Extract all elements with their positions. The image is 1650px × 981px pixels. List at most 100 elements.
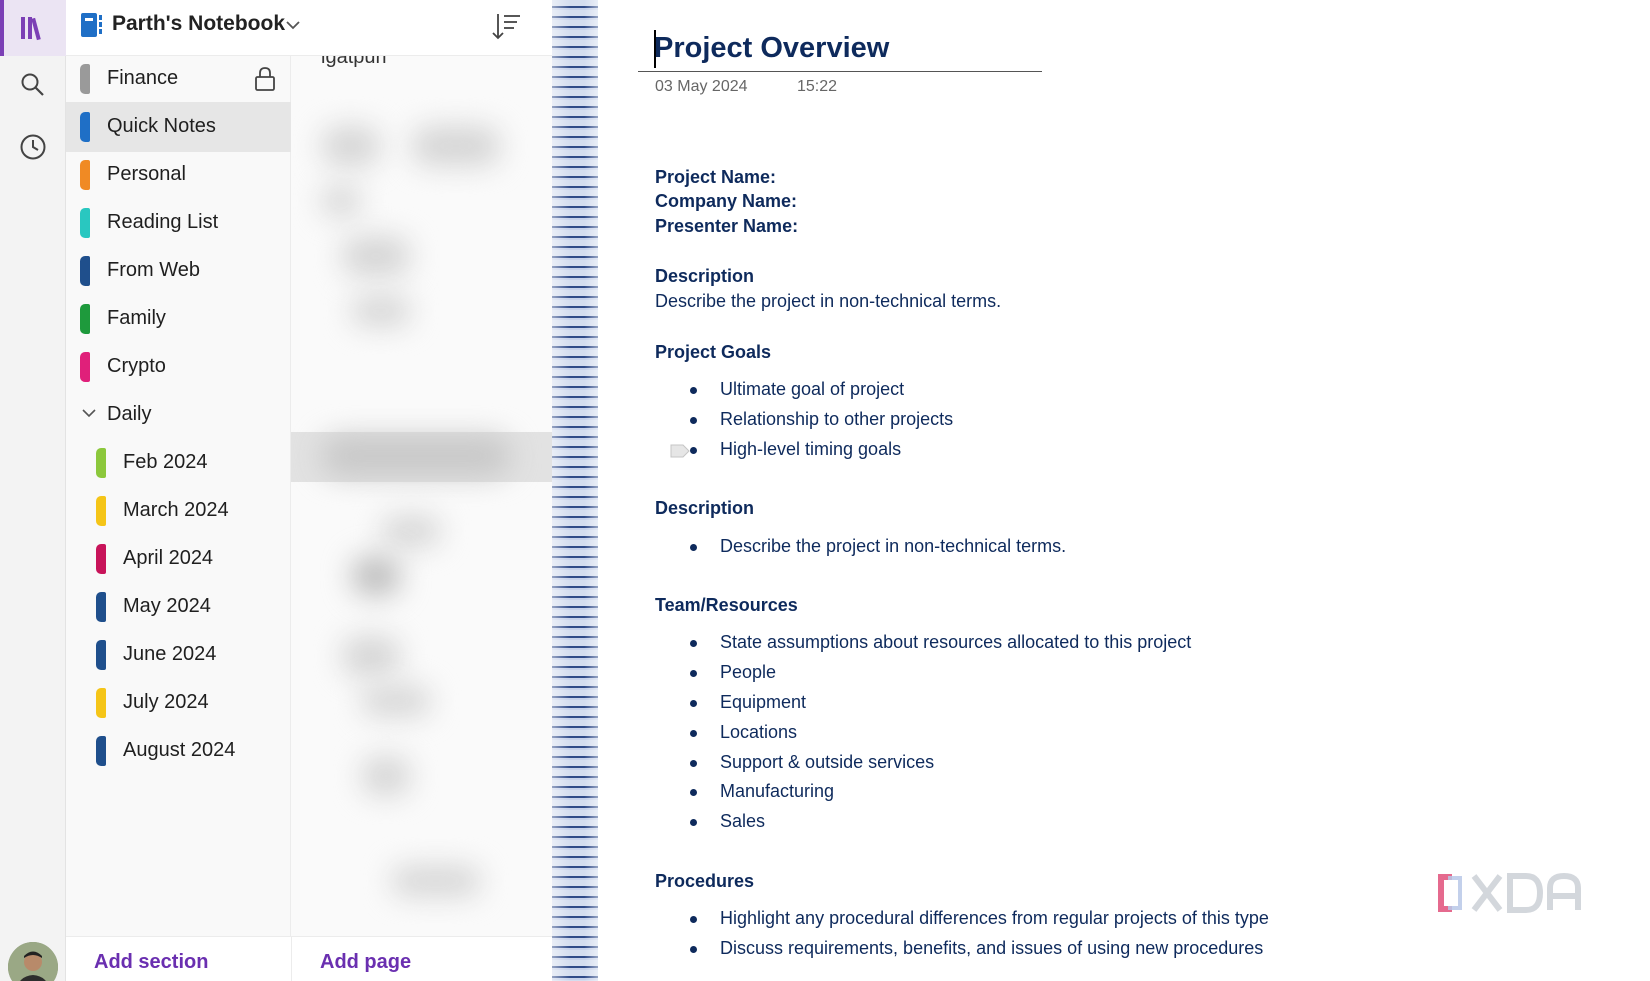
- section-label: March 2024: [123, 499, 229, 521]
- xda-watermark-logo: [1438, 872, 1581, 913]
- section-group-daily[interactable]: Daily: [66, 390, 291, 440]
- team-item-text: Support & outside services: [720, 752, 935, 772]
- section-color-tab: [80, 352, 90, 382]
- section-color-tab: [80, 160, 90, 190]
- procedures-heading[interactable]: Procedures: [655, 871, 754, 892]
- bullet: [690, 916, 697, 923]
- section-color-tab: [80, 256, 90, 286]
- lock-icon: [255, 67, 275, 91]
- section-label: Finance: [107, 67, 179, 89]
- field-company-name[interactable]: Company Name:: [655, 191, 797, 212]
- section-item-quick-notes[interactable]: Quick Notes: [66, 102, 291, 152]
- section-item-may-2024[interactable]: May 2024: [66, 582, 291, 632]
- section-item-family[interactable]: Family: [66, 294, 291, 344]
- section-label: From Web: [107, 259, 200, 281]
- chevron-down-icon[interactable]: [82, 408, 96, 418]
- section-item-june-2024[interactable]: June 2024: [66, 630, 291, 680]
- page-edge-divider: [552, 0, 598, 981]
- bullet: [690, 447, 697, 454]
- section-item-reading-list[interactable]: Reading List: [66, 198, 291, 248]
- section-item-finance[interactable]: Finance: [66, 54, 291, 104]
- team-item-text: State assumptions about resources alloca…: [720, 632, 1192, 652]
- search-button[interactable]: [0, 57, 66, 113]
- add-section-button[interactable]: Add section: [94, 951, 208, 974]
- section-color-tab: [96, 496, 106, 526]
- procedure-item-text: Discuss requirements, benefits, and issu…: [720, 938, 1264, 958]
- section-item-personal[interactable]: Personal: [66, 150, 291, 200]
- section-color-tab: [80, 64, 90, 94]
- recent-button[interactable]: [0, 119, 66, 175]
- field-presenter-name[interactable]: Presenter Name:: [655, 216, 798, 237]
- section-label: August 2024: [123, 739, 236, 761]
- section-group-label: Daily: [107, 403, 152, 425]
- description2-heading[interactable]: Description: [655, 498, 754, 519]
- bullet: [690, 670, 697, 677]
- section-color-tab: [80, 208, 90, 238]
- team-item-text: People: [720, 662, 777, 682]
- bullet: [690, 544, 697, 551]
- section-item-from-web[interactable]: From Web: [66, 246, 291, 296]
- notebooks-button[interactable]: [0, 0, 66, 56]
- section-label: Feb 2024: [123, 451, 208, 473]
- section-item-july-2024[interactable]: July 2024: [66, 678, 291, 728]
- add-page-button[interactable]: Add page: [320, 951, 411, 974]
- section-label: June 2024: [123, 643, 217, 665]
- recent-clock-icon: [20, 134, 46, 160]
- section-color-tab: [96, 448, 106, 478]
- section-item-august-2024[interactable]: August 2024: [66, 726, 291, 776]
- section-list: Finance Quick Notes Personal Reading List Fr…: [66, 56, 291, 936]
- page-list: igatpuri: [291, 56, 552, 936]
- bullet: [690, 700, 697, 707]
- bullet: [690, 640, 697, 647]
- section-item-feb-2024[interactable]: Feb 2024: [66, 438, 291, 488]
- section-item-crypto[interactable]: Crypto: [66, 342, 291, 392]
- team-item-text: Manufacturing: [720, 781, 835, 801]
- goals-heading[interactable]: Project Goals: [655, 342, 771, 363]
- field-project-name[interactable]: Project Name:: [655, 167, 776, 188]
- bullet: [690, 730, 697, 737]
- page-title[interactable]: Project Overview: [654, 32, 889, 65]
- section-item-april-2024[interactable]: April 2024: [66, 534, 291, 584]
- description-heading[interactable]: Description: [655, 266, 754, 287]
- team-heading[interactable]: Team/Resources: [655, 595, 798, 616]
- note-canvas[interactable]: Project Overview 03 May 2024 15:22 Proje…: [598, 0, 1650, 981]
- avatar[interactable]: [8, 942, 58, 981]
- section-color-tab: [96, 688, 106, 718]
- sidebar-footer: Add section Add page: [66, 936, 552, 981]
- bullet: [690, 789, 697, 796]
- page-date: 03 May 2024: [655, 78, 748, 95]
- goal-item-text: High-level timing goals: [720, 439, 902, 459]
- tag-flag-icon[interactable]: [670, 443, 690, 459]
- bullet: [690, 946, 697, 953]
- sort-icon[interactable]: [490, 10, 524, 44]
- description2-item-text: Describe the project in non-technical te…: [720, 536, 1067, 556]
- team-item-text: Locations: [720, 722, 798, 742]
- description-text[interactable]: Describe the project in non-technical te…: [655, 291, 1001, 312]
- notebook-title[interactable]: Parth's Notebook: [112, 12, 285, 36]
- notebooks-icon: [21, 17, 41, 41]
- procedure-item-text: Highlight any procedural differences fro…: [720, 908, 1269, 928]
- section-color-tab: [96, 640, 106, 670]
- section-color-tab: [96, 544, 106, 574]
- section-color-tab: [80, 112, 90, 142]
- search-icon: [21, 73, 44, 96]
- page-time: 15:22: [797, 78, 838, 95]
- section-color-tab: [80, 304, 90, 334]
- section-label: Reading List: [107, 211, 219, 233]
- page-title-partial[interactable]: igatpuri: [321, 56, 387, 69]
- section-color-tab: [96, 592, 106, 622]
- notebook-icon: [81, 13, 102, 37]
- section-label: Family: [107, 307, 166, 329]
- goal-item-text: Ultimate goal of project: [720, 379, 905, 399]
- chevron-down-icon[interactable]: [286, 20, 300, 30]
- team-item-text: Sales: [720, 811, 766, 831]
- goal-item-text: Relationship to other projects: [720, 409, 954, 429]
- bullet: [690, 819, 697, 826]
- section-label: Personal: [107, 163, 186, 185]
- section-label: July 2024: [123, 691, 209, 713]
- section-label: Crypto: [107, 355, 166, 377]
- section-item-march-2024[interactable]: March 2024: [66, 486, 291, 536]
- section-color-tab: [96, 736, 106, 766]
- section-label: Quick Notes: [107, 115, 216, 137]
- bullet: [690, 760, 697, 767]
